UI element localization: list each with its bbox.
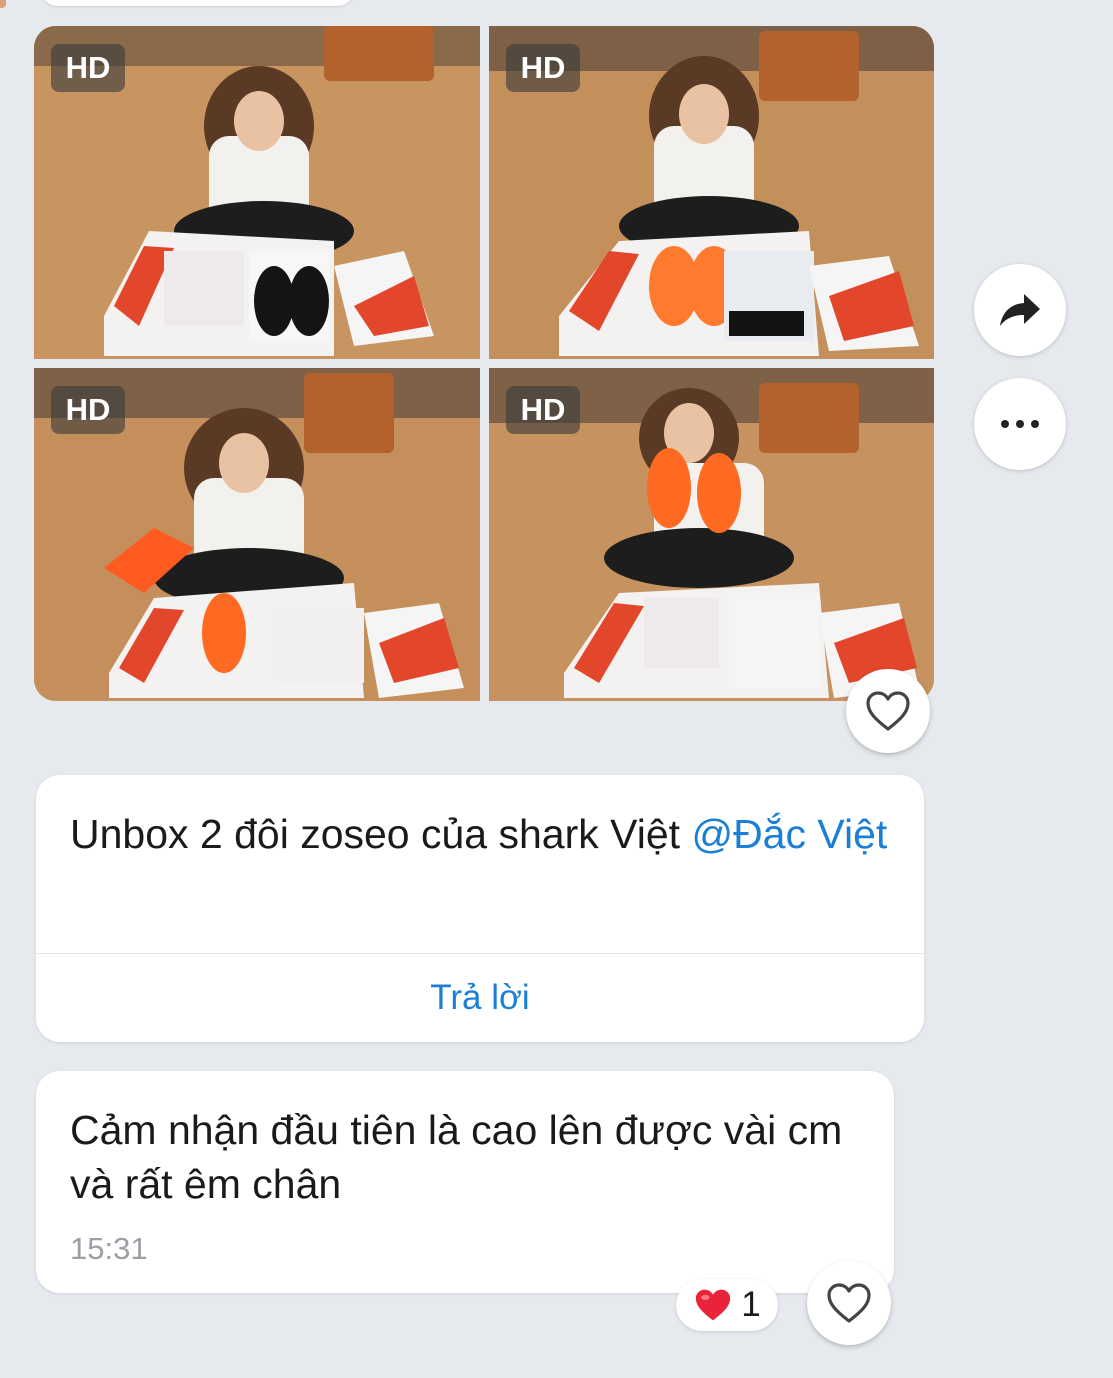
- gallery-photo-3[interactable]: HD: [34, 368, 480, 701]
- previous-message-bubble: [40, 0, 355, 6]
- hd-badge: HD: [506, 386, 580, 434]
- message-body: Cảm nhận đầu tiên là cao lên được vài cm…: [70, 1107, 843, 1207]
- message-like-button[interactable]: [807, 1261, 891, 1345]
- share-arrow-icon: [1000, 294, 1040, 326]
- gallery-photo-2[interactable]: HD: [489, 26, 934, 359]
- message-body: Unbox 2 đôi zoseo của shark Việt: [70, 811, 692, 857]
- share-button[interactable]: [974, 264, 1066, 356]
- heart-outline-icon: [827, 1283, 871, 1323]
- message-timestamp: 15:31: [70, 1231, 148, 1266]
- reaction-count: 1: [741, 1285, 761, 1324]
- message-bubble-text[interactable]: Cảm nhận đầu tiên là cao lên được vài cm…: [36, 1071, 894, 1293]
- photo-gallery: HD HD HD HD: [34, 26, 934, 701]
- reply-button[interactable]: Trả lời: [36, 953, 924, 1042]
- previous-avatar-fragment: [0, 0, 6, 8]
- red-heart-icon: [696, 1289, 731, 1321]
- heart-outline-icon: [866, 691, 910, 731]
- hd-badge: HD: [51, 386, 125, 434]
- reaction-summary[interactable]: 1: [676, 1279, 778, 1331]
- message-text: Unbox 2 đôi zoseo của shark Việt @Đắc Vi…: [70, 807, 900, 861]
- hd-badge: HD: [51, 44, 125, 92]
- more-dots-icon: [1001, 420, 1039, 428]
- message-bubble-caption[interactable]: Unbox 2 đôi zoseo của shark Việt @Đắc Vi…: [36, 775, 924, 1042]
- more-options-button[interactable]: [974, 378, 1066, 470]
- mention-link[interactable]: @Đắc Việt: [691, 811, 887, 857]
- gallery-photo-4[interactable]: HD: [489, 368, 934, 701]
- gallery-like-button[interactable]: [846, 669, 930, 753]
- gallery-photo-1[interactable]: HD: [34, 26, 480, 359]
- hd-badge: HD: [506, 44, 580, 92]
